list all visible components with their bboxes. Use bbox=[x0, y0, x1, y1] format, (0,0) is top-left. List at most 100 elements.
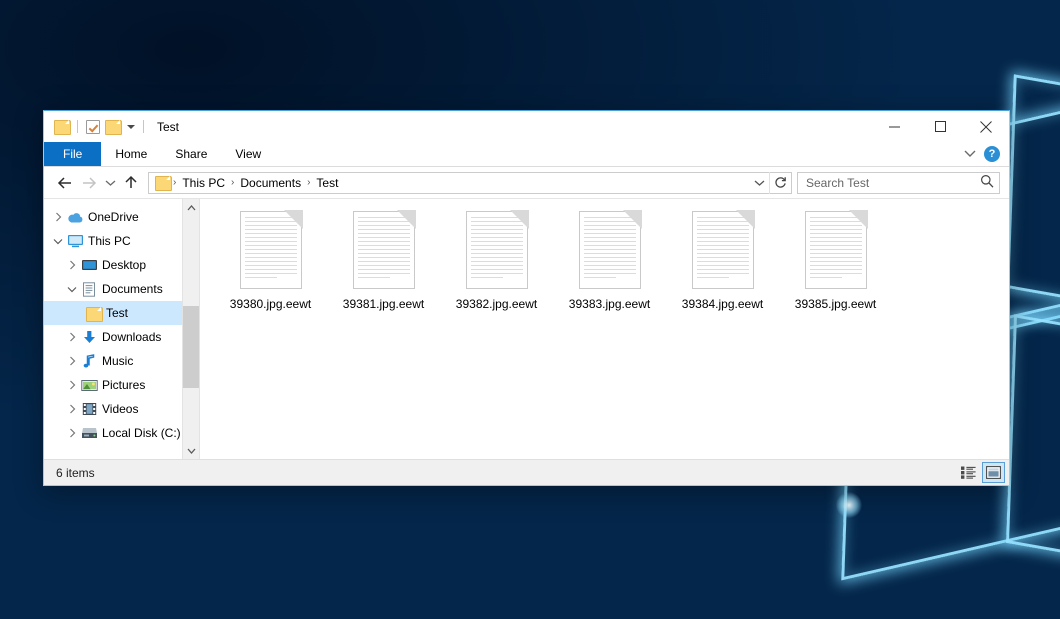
sidebar-item-label: Music bbox=[102, 354, 133, 368]
scrollbar-track[interactable] bbox=[183, 216, 200, 442]
folder-icon bbox=[84, 307, 102, 320]
tab-view[interactable]: View bbox=[221, 142, 275, 166]
chevron-down-icon[interactable] bbox=[50, 238, 66, 245]
sidebar-item-documents[interactable]: Documents bbox=[44, 277, 199, 301]
recent-locations-chevron-down-icon[interactable] bbox=[101, 171, 119, 195]
generic-document-icon bbox=[240, 211, 302, 289]
sidebar-item-videos[interactable]: Videos bbox=[44, 397, 199, 421]
list-item[interactable]: 39385.jpg.eewt bbox=[779, 207, 892, 329]
qat-divider-1 bbox=[77, 120, 78, 133]
list-item[interactable]: 39382.jpg.eewt bbox=[440, 207, 553, 329]
chevron-right-icon[interactable] bbox=[64, 332, 80, 342]
sidebar-item-label: Local Disk (C:) bbox=[102, 426, 181, 440]
forward-button[interactable] bbox=[77, 171, 101, 195]
breadcrumb-item-this-pc[interactable]: This PC bbox=[177, 176, 230, 190]
back-button[interactable] bbox=[53, 171, 77, 195]
sidebar-item-label: Test bbox=[106, 306, 128, 320]
refresh-icon[interactable] bbox=[769, 172, 791, 194]
new-folder-icon[interactable] bbox=[105, 120, 120, 133]
desktop-icon bbox=[80, 258, 98, 272]
chevron-right-icon[interactable] bbox=[50, 212, 66, 222]
music-note-icon bbox=[80, 354, 98, 369]
ribbon-tab-bar: File Home Share View ? bbox=[44, 142, 1009, 167]
breadcrumb-item-documents[interactable]: Documents bbox=[235, 176, 306, 190]
sidebar-item-this-pc[interactable]: This PC bbox=[44, 229, 199, 253]
generic-document-icon bbox=[466, 211, 528, 289]
sidebar-item-label: Videos bbox=[102, 402, 138, 416]
tab-file[interactable]: File bbox=[44, 142, 101, 166]
file-name: 39380.jpg.eewt bbox=[230, 297, 311, 311]
file-name: 39381.jpg.eewt bbox=[343, 297, 424, 311]
scrollbar-thumb[interactable] bbox=[183, 306, 200, 387]
sidebar-item-downloads[interactable]: Downloads bbox=[44, 325, 199, 349]
chevron-right-icon[interactable] bbox=[64, 260, 80, 270]
search-icon[interactable] bbox=[980, 174, 994, 191]
file-name: 39384.jpg.eewt bbox=[682, 297, 763, 311]
navigation-tree: OneDrive This PC Desktop bbox=[44, 199, 199, 445]
list-item[interactable]: 39384.jpg.eewt bbox=[666, 207, 779, 329]
pictures-icon bbox=[80, 379, 98, 392]
address-bar[interactable]: › This PC › Documents › Test bbox=[148, 172, 792, 194]
chevron-right-icon[interactable] bbox=[64, 428, 80, 438]
videos-film-icon bbox=[80, 402, 98, 416]
search-input[interactable] bbox=[806, 176, 980, 190]
up-button[interactable] bbox=[119, 171, 143, 195]
previous-locations-chevron-down-icon[interactable] bbox=[749, 173, 769, 193]
folder-icon[interactable] bbox=[54, 120, 69, 133]
breadcrumb-item-test[interactable]: Test bbox=[311, 176, 343, 190]
tab-share[interactable]: Share bbox=[161, 142, 221, 166]
status-bar: 6 items bbox=[44, 459, 1009, 485]
address-folder-icon bbox=[155, 176, 170, 189]
this-pc-monitor-icon bbox=[66, 234, 84, 248]
list-item[interactable]: 39380.jpg.eewt bbox=[214, 207, 327, 329]
breadcrumb: › This PC › Documents › Test bbox=[172, 176, 343, 190]
navigation-pane-scrollbar[interactable] bbox=[182, 199, 199, 459]
onedrive-cloud-icon bbox=[66, 211, 84, 224]
title-bar: Test bbox=[44, 111, 1009, 142]
downloads-arrow-icon bbox=[80, 330, 98, 345]
search-box[interactable] bbox=[797, 172, 1000, 194]
details-view-button[interactable] bbox=[957, 462, 980, 483]
file-name: 39385.jpg.eewt bbox=[795, 297, 876, 311]
qat-divider-2 bbox=[143, 120, 144, 133]
tab-home[interactable]: Home bbox=[101, 142, 161, 166]
sidebar-item-onedrive[interactable]: OneDrive bbox=[44, 205, 199, 229]
minimize-button[interactable] bbox=[871, 111, 917, 142]
sidebar-item-test[interactable]: Test bbox=[44, 301, 199, 325]
properties-icon[interactable] bbox=[86, 120, 100, 134]
sidebar-item-label: Pictures bbox=[102, 378, 145, 392]
chevron-right-icon[interactable] bbox=[64, 404, 80, 414]
sidebar-item-desktop[interactable]: Desktop bbox=[44, 253, 199, 277]
list-item[interactable]: 39381.jpg.eewt bbox=[327, 207, 440, 329]
documents-icon bbox=[80, 282, 98, 297]
chevron-down-icon[interactable] bbox=[64, 286, 80, 293]
chevron-right-icon[interactable] bbox=[64, 380, 80, 390]
sidebar-item-pictures[interactable]: Pictures bbox=[44, 373, 199, 397]
help-icon[interactable]: ? bbox=[984, 146, 1000, 162]
window-title: Test bbox=[157, 120, 179, 134]
sidebar-item-label: Downloads bbox=[102, 330, 161, 344]
address-bar-actions bbox=[749, 172, 791, 194]
file-list-area[interactable]: 39380.jpg.eewt 39381.jpg.eewt bbox=[200, 199, 1009, 459]
close-button[interactable] bbox=[963, 111, 1009, 142]
view-mode-buttons bbox=[957, 462, 1005, 483]
wallpaper-pane-4 bbox=[1006, 74, 1060, 341]
scroll-down-arrow-icon[interactable] bbox=[183, 442, 200, 459]
chevron-right-icon[interactable] bbox=[64, 356, 80, 366]
scroll-up-arrow-icon[interactable] bbox=[183, 199, 200, 216]
file-explorer-window: Test File Home Share View ? bbox=[43, 110, 1010, 486]
generic-document-icon bbox=[353, 211, 415, 289]
large-icons-view-button[interactable] bbox=[982, 462, 1005, 483]
hard-disk-icon bbox=[80, 427, 98, 440]
sidebar-item-label: OneDrive bbox=[88, 210, 139, 224]
chevron-down-icon[interactable] bbox=[127, 125, 135, 129]
file-name: 39382.jpg.eewt bbox=[456, 297, 537, 311]
item-count-label: 6 items bbox=[56, 466, 95, 480]
generic-document-icon bbox=[692, 211, 754, 289]
sidebar-item-music[interactable]: Music bbox=[44, 349, 199, 373]
list-item[interactable]: 39383.jpg.eewt bbox=[553, 207, 666, 329]
maximize-button[interactable] bbox=[917, 111, 963, 142]
sidebar-item-local-disk-c[interactable]: Local Disk (C:) bbox=[44, 421, 199, 445]
explorer-body: OneDrive This PC Desktop bbox=[44, 198, 1009, 459]
expand-ribbon-chevron-down-icon[interactable] bbox=[964, 147, 976, 161]
